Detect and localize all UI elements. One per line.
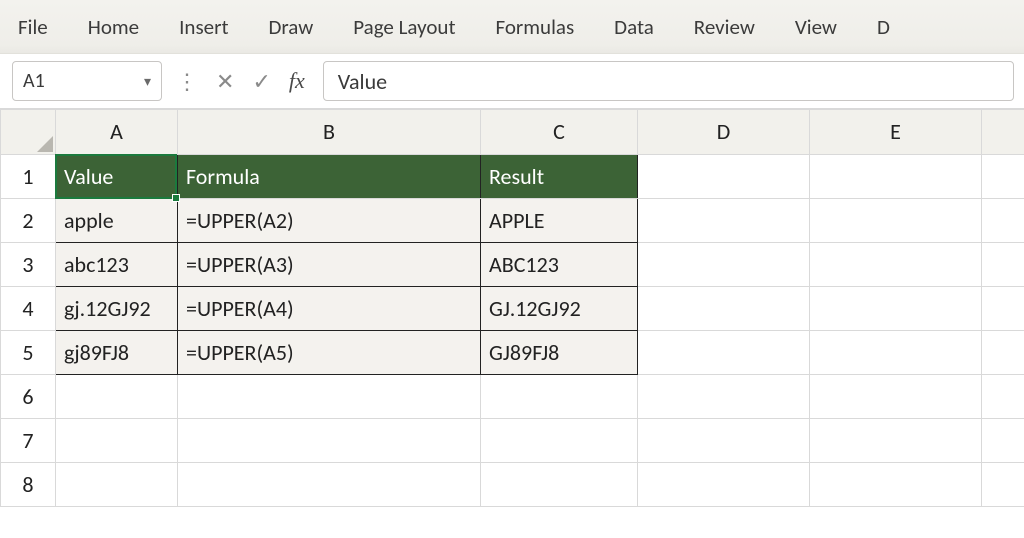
cell-D6[interactable] [638,374,810,418]
row-header-4[interactable]: 4 [1,286,56,330]
cell-E6[interactable] [810,374,982,418]
cell-E4[interactable] [810,286,982,330]
row-header-6[interactable]: 6 [1,374,56,418]
cell-D7[interactable] [638,418,810,462]
formula-bar[interactable]: Value [323,61,1014,101]
cell-F3[interactable] [982,242,1024,286]
cell-A2[interactable]: apple [56,198,178,242]
cell-C4[interactable]: GJ.12GJ92 [481,286,638,330]
cell-B5[interactable]: =UPPER(A5) [178,330,481,374]
fx-icon[interactable]: fx [289,68,305,94]
formula-bar-row: A1 ▾ ⋮ ✕ ✓ fx Value [0,54,1024,110]
cell-A6[interactable] [56,374,178,418]
tab-cutoff[interactable]: D [877,14,890,40]
col-header-D[interactable]: D [638,110,810,154]
name-box-value: A1 [23,69,45,93]
cell-B6[interactable] [178,374,481,418]
cell-C2[interactable]: APPLE [481,198,638,242]
tab-insert[interactable]: Insert [179,14,228,40]
tab-page-layout[interactable]: Page Layout [353,14,455,40]
chevron-down-icon[interactable]: ▾ [144,73,151,90]
cell-E5[interactable] [810,330,982,374]
formula-bar-value: Value [338,68,387,95]
cell-B4[interactable]: =UPPER(A4) [178,286,481,330]
row-header-5[interactable]: 5 [1,330,56,374]
cell-D4[interactable] [638,286,810,330]
cell-F4[interactable] [982,286,1024,330]
tab-draw[interactable]: Draw [268,14,313,40]
cell-D3[interactable] [638,242,810,286]
cell-A5[interactable]: gj89FJ8 [56,330,178,374]
cell-A1[interactable]: Value [56,154,178,198]
tab-formulas[interactable]: Formulas [496,14,575,40]
col-header-E[interactable]: E [810,110,982,154]
cell-B7[interactable] [178,418,481,462]
cell-C6[interactable] [481,374,638,418]
col-header-B[interactable]: B [178,110,481,154]
cell-C3[interactable]: ABC123 [481,242,638,286]
cancel-formula-icon[interactable]: ✕ [216,68,234,95]
cell-C8[interactable] [481,462,638,506]
select-all-triangle[interactable] [1,110,56,154]
cell-F7[interactable] [982,418,1024,462]
cell-A7[interactable] [56,418,178,462]
cell-B2[interactable]: =UPPER(A2) [178,198,481,242]
cell-D5[interactable] [638,330,810,374]
cell-F8[interactable] [982,462,1024,506]
row-header-2[interactable]: 2 [1,198,56,242]
cell-E3[interactable] [810,242,982,286]
row-header-8[interactable]: 8 [1,462,56,506]
cell-E1[interactable] [810,154,982,198]
name-box[interactable]: A1 ▾ [12,61,162,101]
spreadsheet-grid[interactable]: A B C D E 1 Value Formula Result 2 apple… [0,110,1024,507]
cell-A8[interactable] [56,462,178,506]
cell-A4[interactable]: gj.12GJ92 [56,286,178,330]
cell-D2[interactable] [638,198,810,242]
tab-view[interactable]: View [795,14,837,40]
col-header-A[interactable]: A [56,110,178,154]
ribbon-tabs: File Home Insert Draw Page Layout Formul… [0,0,1024,54]
col-header-cutoff[interactable] [982,110,1024,154]
col-header-C[interactable]: C [481,110,638,154]
cell-E7[interactable] [810,418,982,462]
cell-F6[interactable] [982,374,1024,418]
cell-C7[interactable] [481,418,638,462]
cell-D8[interactable] [638,462,810,506]
cell-A3[interactable]: abc123 [56,242,178,286]
cell-B8[interactable] [178,462,481,506]
tab-review[interactable]: Review [694,14,755,40]
accept-formula-icon[interactable]: ✓ [252,68,270,95]
cell-E2[interactable] [810,198,982,242]
vertical-dots-icon[interactable]: ⋮ [176,68,198,95]
cell-C1[interactable]: Result [481,154,638,198]
tab-data[interactable]: Data [614,14,654,40]
tab-file[interactable]: File [18,14,48,40]
cell-F5[interactable] [982,330,1024,374]
cell-F1[interactable] [982,154,1024,198]
cell-B3[interactable]: =UPPER(A3) [178,242,481,286]
row-header-7[interactable]: 7 [1,418,56,462]
cell-D1[interactable] [638,154,810,198]
cell-C5[interactable]: GJ89FJ8 [481,330,638,374]
row-header-1[interactable]: 1 [1,154,56,198]
formula-bar-controls: ⋮ ✕ ✓ fx [174,68,311,95]
row-header-3[interactable]: 3 [1,242,56,286]
tab-home[interactable]: Home [88,14,139,40]
cell-F2[interactable] [982,198,1024,242]
cell-B1[interactable]: Formula [178,154,481,198]
cell-E8[interactable] [810,462,982,506]
